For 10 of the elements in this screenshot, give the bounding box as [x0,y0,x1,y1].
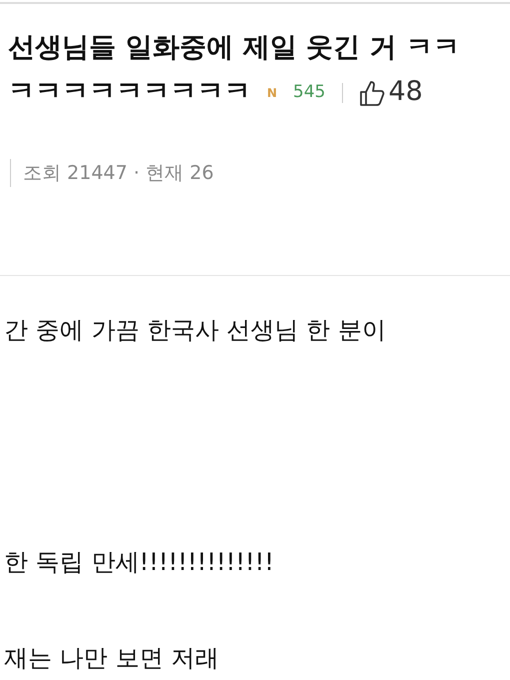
view-count: 조회 21447 · 현재 26 [10,158,510,188]
post-title: ㅋㅋㅋㅋㅋㅋㅋㅋㅋ [8,76,251,109]
like-count: 48 [388,75,423,110]
body-text: 재는 나만 보면 저래 [4,643,220,674]
new-mark: N [267,84,278,102]
comment-count[interactable]: 545 [293,80,326,106]
body-text: 간 중에 가끔 한국사 선생님 한 분이 [4,315,387,346]
body-text: 한 독립 만세!!!!!!!!!!!!!! [4,547,275,578]
post-title: 선생님들 일화중에 제일 웃긴 거 ㅋㅋ [8,32,461,64]
thumbs-up-icon[interactable] [358,78,384,107]
